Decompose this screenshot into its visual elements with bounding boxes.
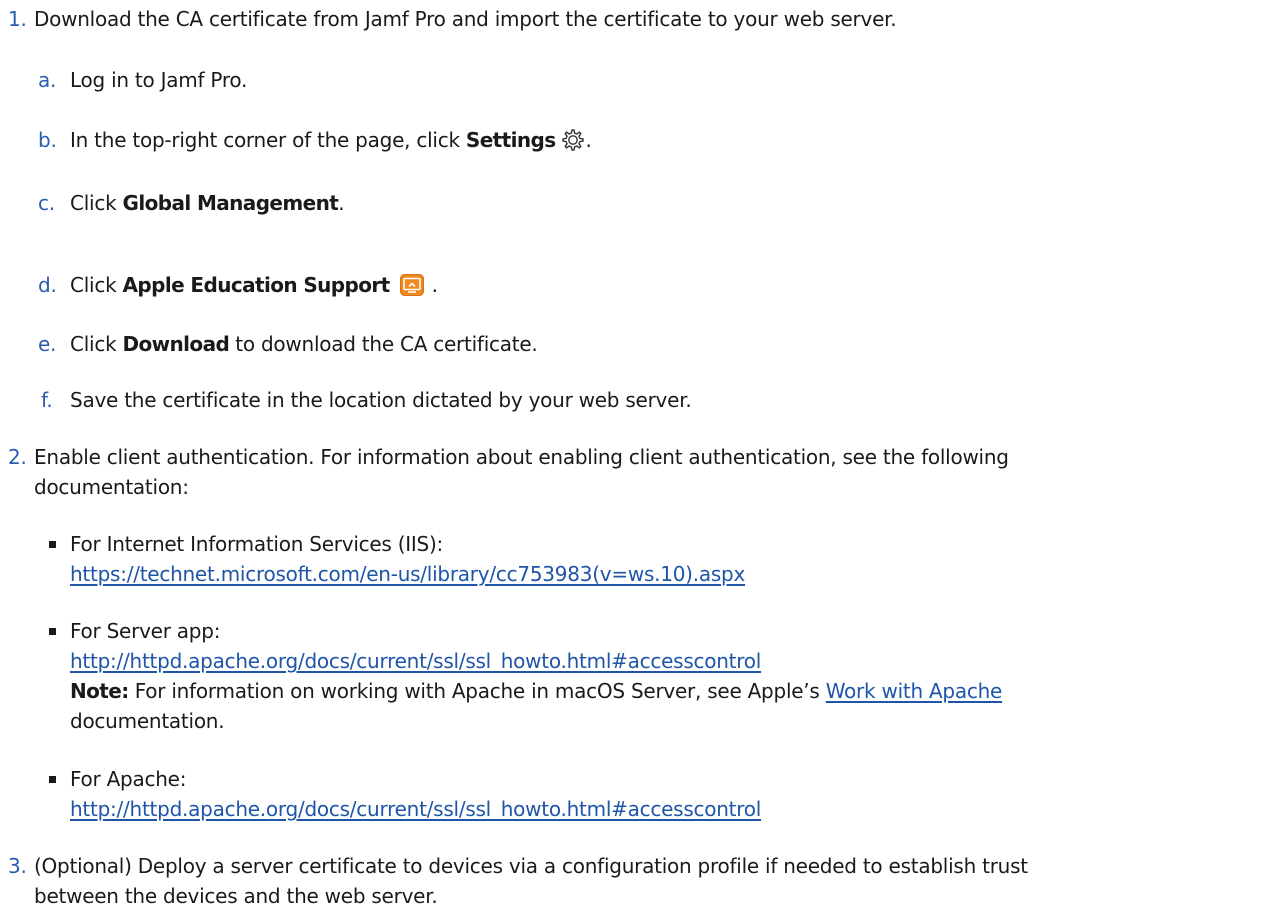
step-text-line: between the devices and the web server. bbox=[34, 884, 438, 908]
substep-text: Save the certificate in the location dic… bbox=[70, 388, 692, 412]
server-app-documentation-link[interactable]: http://httpd.apache.org/docs/current/ssl… bbox=[70, 649, 761, 673]
substep-text: In the top-right corner of the page, cli… bbox=[70, 125, 592, 156]
substep-letter: e. bbox=[38, 332, 57, 356]
substep-letter: d. bbox=[38, 273, 57, 297]
substep-text-post: . bbox=[431, 273, 438, 297]
substep-text-post: . bbox=[585, 128, 592, 152]
step-text: Download the CA certificate from Jamf Pr… bbox=[34, 7, 897, 31]
substep-text-post: to download the CA certificate. bbox=[229, 332, 538, 356]
bullet-marker bbox=[49, 541, 56, 548]
substep-text-post: . bbox=[338, 191, 345, 215]
substep-letter: a. bbox=[38, 68, 57, 92]
bullet-label: For Server app: bbox=[70, 619, 221, 643]
gear-icon bbox=[560, 127, 586, 153]
bullet-label: For Apache: bbox=[70, 767, 187, 791]
apple-education-support-icon bbox=[399, 274, 424, 296]
bullet-label: For Internet Information Services (IIS): bbox=[70, 532, 444, 556]
work-with-apache-link[interactable]: Work with Apache bbox=[826, 679, 1003, 703]
step-text-line: (Optional) Deploy a server certificate t… bbox=[34, 854, 1028, 878]
step-text-line: Enable client authentication. For inform… bbox=[34, 445, 1009, 469]
note-line: documentation. bbox=[70, 709, 225, 733]
step-number: 2. bbox=[8, 445, 27, 469]
ui-term-download: Download bbox=[122, 332, 230, 356]
substep-letter: b. bbox=[38, 128, 57, 152]
substep-text: Click Apple Education Support . bbox=[70, 270, 438, 301]
apache-documentation-link[interactable]: http://httpd.apache.org/docs/current/ssl… bbox=[70, 797, 761, 821]
note-text: For information on working with Apache i… bbox=[128, 679, 826, 703]
substep-text-pre: Click bbox=[70, 273, 123, 297]
substep-letter: c. bbox=[38, 191, 55, 215]
note-label: Note: bbox=[70, 679, 129, 703]
substep-text-pre: Click bbox=[70, 191, 123, 215]
ui-term-global-management: Global Management bbox=[122, 191, 339, 215]
step-text-line: documentation: bbox=[34, 475, 189, 499]
bullet-marker bbox=[49, 628, 56, 635]
substep-text-pre: In the top-right corner of the page, cli… bbox=[70, 128, 466, 152]
substep-text: Click Global Management. bbox=[70, 188, 345, 219]
bullet-link-line: https://technet.microsoft.com/en-us/libr… bbox=[70, 559, 745, 590]
substep-text-pre: Click bbox=[70, 332, 123, 356]
bullet-link-line: http://httpd.apache.org/docs/current/ssl… bbox=[70, 646, 761, 677]
bullet-link-line: http://httpd.apache.org/docs/current/ssl… bbox=[70, 794, 761, 825]
substep-text: Log in to Jamf Pro. bbox=[70, 68, 248, 92]
ui-term-settings: Settings bbox=[465, 128, 556, 152]
bullet-marker bbox=[49, 776, 56, 783]
iis-documentation-link[interactable]: https://technet.microsoft.com/en-us/libr… bbox=[70, 562, 745, 586]
note-line: Note: For information on working with Ap… bbox=[70, 676, 1002, 707]
step-number: 3. bbox=[8, 854, 27, 878]
step-number: 1. bbox=[8, 7, 27, 31]
substep-letter: f. bbox=[41, 388, 53, 412]
ui-term-apple-education-support: Apple Education Support bbox=[122, 273, 391, 297]
substep-text: Click Download to download the CA certif… bbox=[70, 329, 538, 360]
document-page: 1. Download the CA certificate from Jamf… bbox=[0, 0, 1275, 915]
